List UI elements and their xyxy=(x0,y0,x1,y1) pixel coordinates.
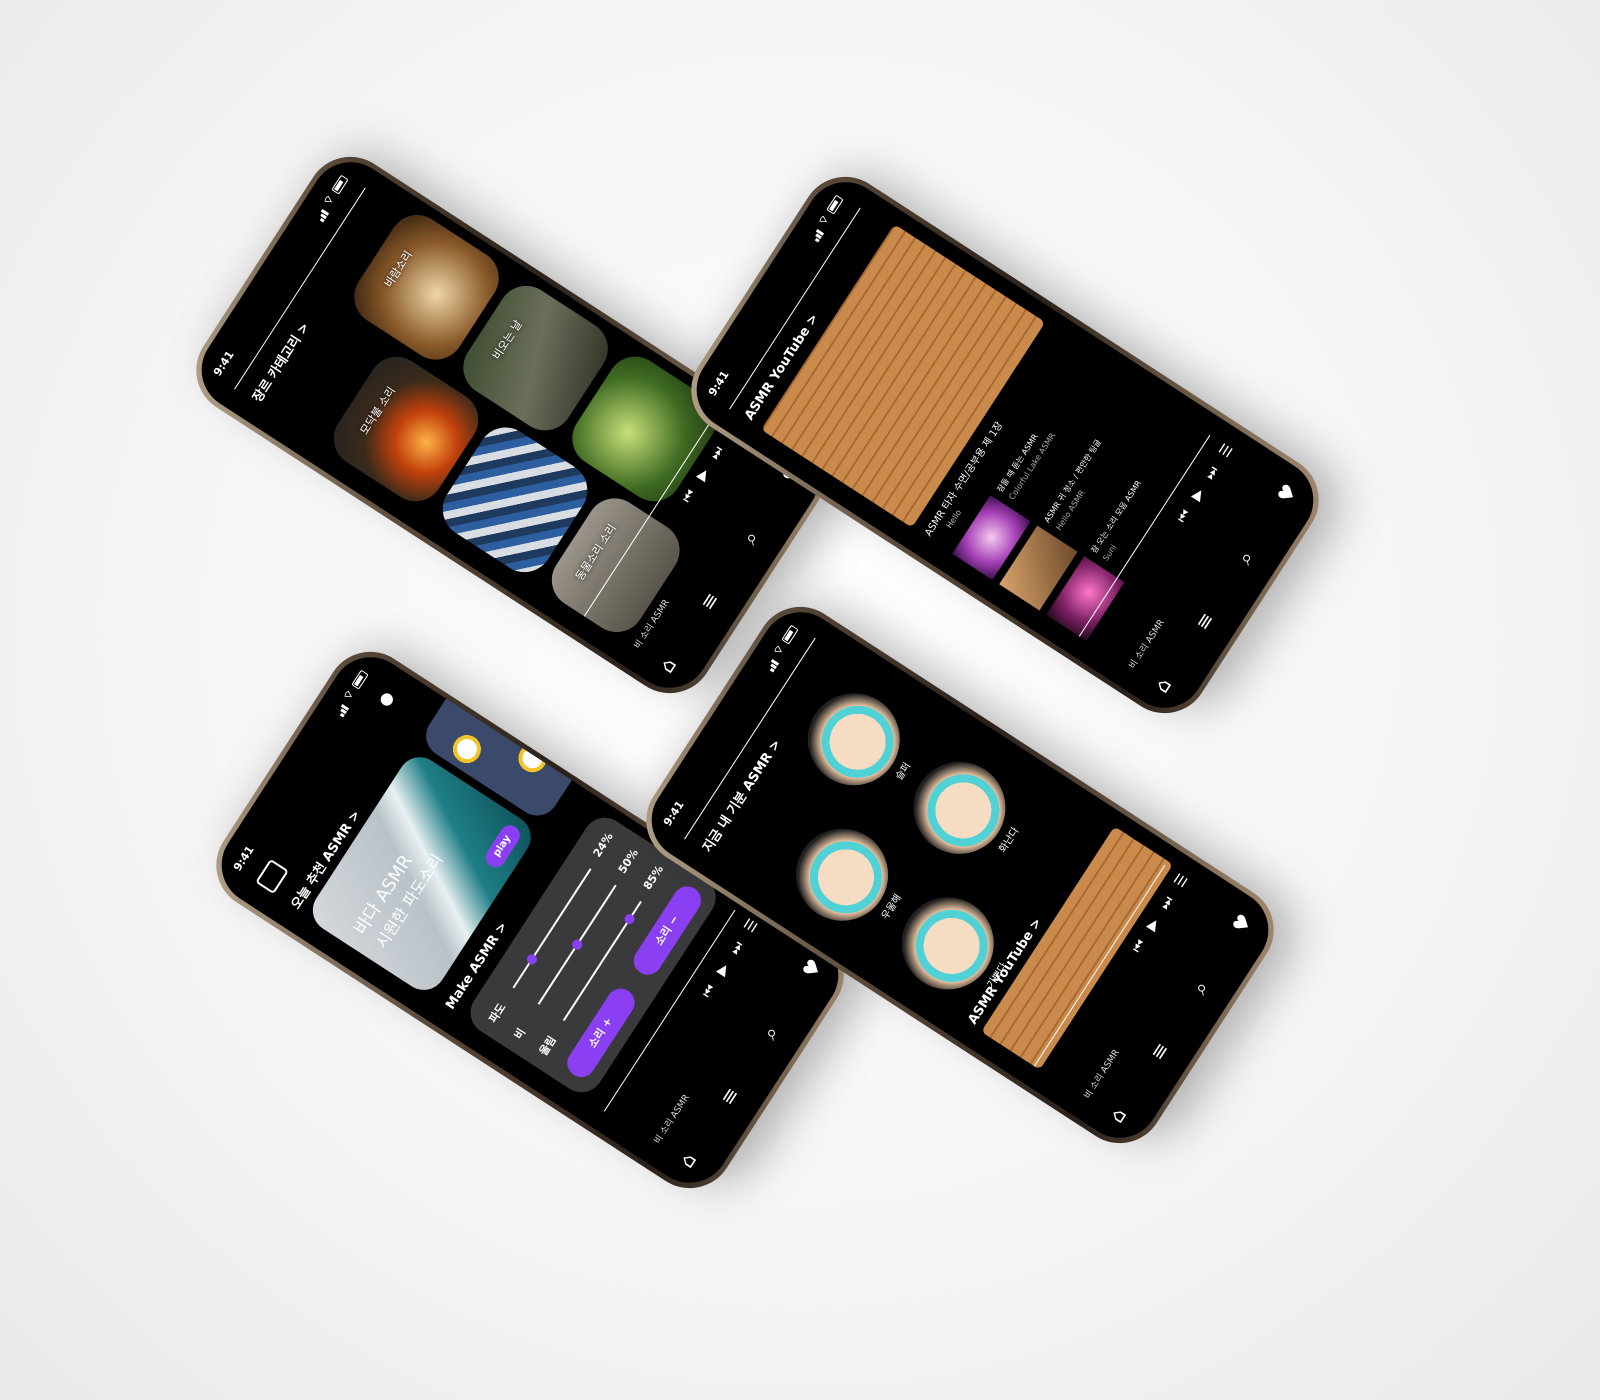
status-time: 9:41 xyxy=(660,798,687,829)
now-playing[interactable]: 비 소리 ASMR xyxy=(650,1091,692,1146)
slider-label: 울림 xyxy=(536,1033,559,1058)
app-logo xyxy=(255,858,289,895)
status-time: 9:41 xyxy=(230,843,257,874)
prev-icon[interactable]: ⏮ xyxy=(679,487,699,506)
battery-icon xyxy=(780,624,799,645)
home-icon[interactable]: ⌂ xyxy=(654,653,681,677)
now-playing[interactable]: 비 소리 ASMR xyxy=(1080,1046,1122,1101)
now-playing[interactable]: 비 소리 ASMR xyxy=(1125,616,1167,671)
player-controls: ⏮ ▶ ⏭ ☰ xyxy=(699,916,762,1001)
signal-icon xyxy=(312,205,329,223)
queue-icon[interactable]: ☰ xyxy=(741,916,761,935)
queue-icon[interactable]: ☰ xyxy=(1216,441,1236,460)
home-icon[interactable]: ⌂ xyxy=(1104,1103,1131,1127)
play-icon[interactable]: ▶ xyxy=(1143,916,1162,934)
wifi-icon: ⌔ xyxy=(770,642,787,659)
slider-knob[interactable] xyxy=(524,952,539,967)
slider-value: 85% xyxy=(640,863,667,893)
wifi-icon: ⌔ xyxy=(320,192,337,209)
slider-value: 50% xyxy=(615,846,641,876)
battery-icon xyxy=(330,174,349,195)
play-icon[interactable]: ▶ xyxy=(693,466,712,484)
mood-item[interactable]: 우울해 xyxy=(778,811,921,949)
home-icon[interactable]: ⌂ xyxy=(674,1148,701,1172)
prev-icon[interactable]: ⏮ xyxy=(1174,507,1194,526)
wifi-icon: ⌔ xyxy=(340,687,357,704)
slider-label: 비 xyxy=(511,1026,529,1042)
status-time: 9:41 xyxy=(705,368,732,399)
section-title[interactable]: 장르 카테고리 > xyxy=(247,318,313,405)
wifi-icon: ⌔ xyxy=(815,212,832,229)
slider-value: 24% xyxy=(590,830,616,860)
status-bar: 9:41 ⌔ xyxy=(230,668,370,874)
next-icon[interactable]: ⏭ xyxy=(1157,894,1177,913)
play-icon[interactable]: ▶ xyxy=(713,961,732,979)
tile-label: 바람소리 xyxy=(381,248,415,290)
queue-icon[interactable]: ☰ xyxy=(1171,871,1191,890)
home-icon[interactable]: ⌂ xyxy=(1149,673,1176,697)
slider-knob[interactable] xyxy=(570,937,585,952)
library-icon[interactable]: ≡ xyxy=(1145,1037,1174,1064)
signal-icon xyxy=(332,700,349,718)
signal-icon xyxy=(807,225,824,243)
search-icon[interactable]: ⌕ xyxy=(1187,976,1213,998)
signal-icon xyxy=(762,655,779,673)
library-icon[interactable]: ≡ xyxy=(695,587,724,614)
heart-icon[interactable]: ♥ xyxy=(1272,479,1302,507)
heart-icon[interactable]: ♥ xyxy=(1227,909,1257,937)
prev-icon[interactable]: ⏮ xyxy=(1129,937,1149,956)
tile-label: 모닥불 소리 xyxy=(357,384,399,438)
search-icon[interactable]: ⌕ xyxy=(737,526,763,548)
battery-icon xyxy=(825,194,844,215)
mood-item[interactable]: 화난다 xyxy=(895,744,1039,882)
search-icon[interactable]: ⌕ xyxy=(757,1021,783,1043)
status-time: 9:41 xyxy=(210,348,237,379)
profile-icon[interactable]: ● xyxy=(374,688,398,710)
next-icon[interactable]: ⏭ xyxy=(727,939,747,958)
play-icon[interactable]: ▶ xyxy=(1188,486,1207,504)
battery-icon xyxy=(350,669,369,690)
slider-label: 파도 xyxy=(486,1001,509,1026)
next-icon[interactable]: ⏭ xyxy=(1202,464,1222,483)
play-button[interactable]: play xyxy=(481,821,524,872)
mood-item[interactable]: 슬퍼 xyxy=(790,675,933,814)
slider-knob[interactable] xyxy=(622,912,637,927)
library-icon[interactable]: ≡ xyxy=(715,1082,744,1109)
library-icon[interactable]: ≡ xyxy=(1190,607,1219,634)
next-icon[interactable]: ⏭ xyxy=(707,444,727,463)
search-icon[interactable]: ⌕ xyxy=(1232,546,1258,568)
prev-icon[interactable]: ⏮ xyxy=(699,982,719,1001)
